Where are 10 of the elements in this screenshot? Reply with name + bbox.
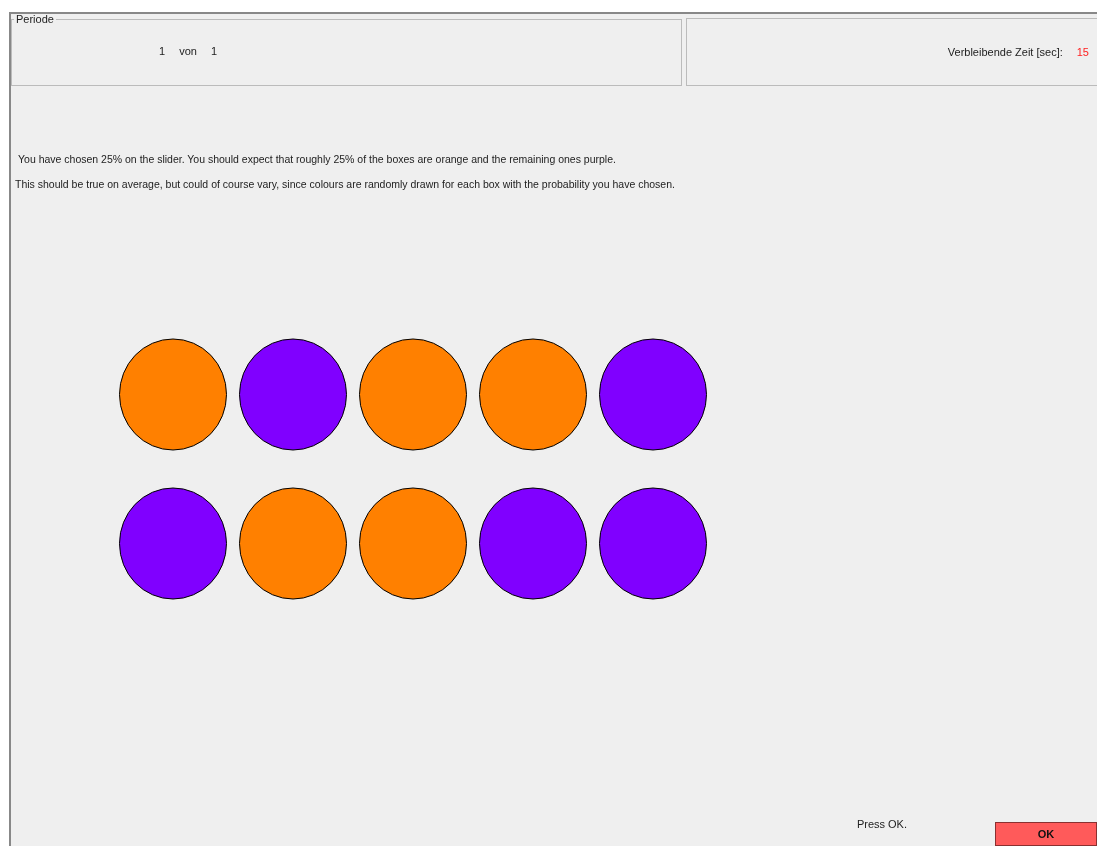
hint-text: Press OK. bbox=[856, 818, 907, 830]
period-of: von bbox=[179, 45, 197, 57]
timer-value: 15 bbox=[1076, 46, 1089, 58]
timer-label: Verbleibende Zeit [sec]: bbox=[947, 46, 1063, 58]
ok-button[interactable]: OK bbox=[995, 822, 1097, 846]
instruction-text: This should be true on average, but could of course vary, since colours are randomly drawn for each box with the probability you have chosen. bbox=[15, 178, 676, 190]
panel-legend: Periode bbox=[14, 13, 56, 25]
period-current: 1 bbox=[159, 45, 166, 57]
period-total: 1 bbox=[210, 45, 217, 57]
instruction-text: You have chosen 25% on the slider. You should expect that roughly 25% of the boxes are orange and the remaining ones purple. bbox=[17, 153, 617, 165]
